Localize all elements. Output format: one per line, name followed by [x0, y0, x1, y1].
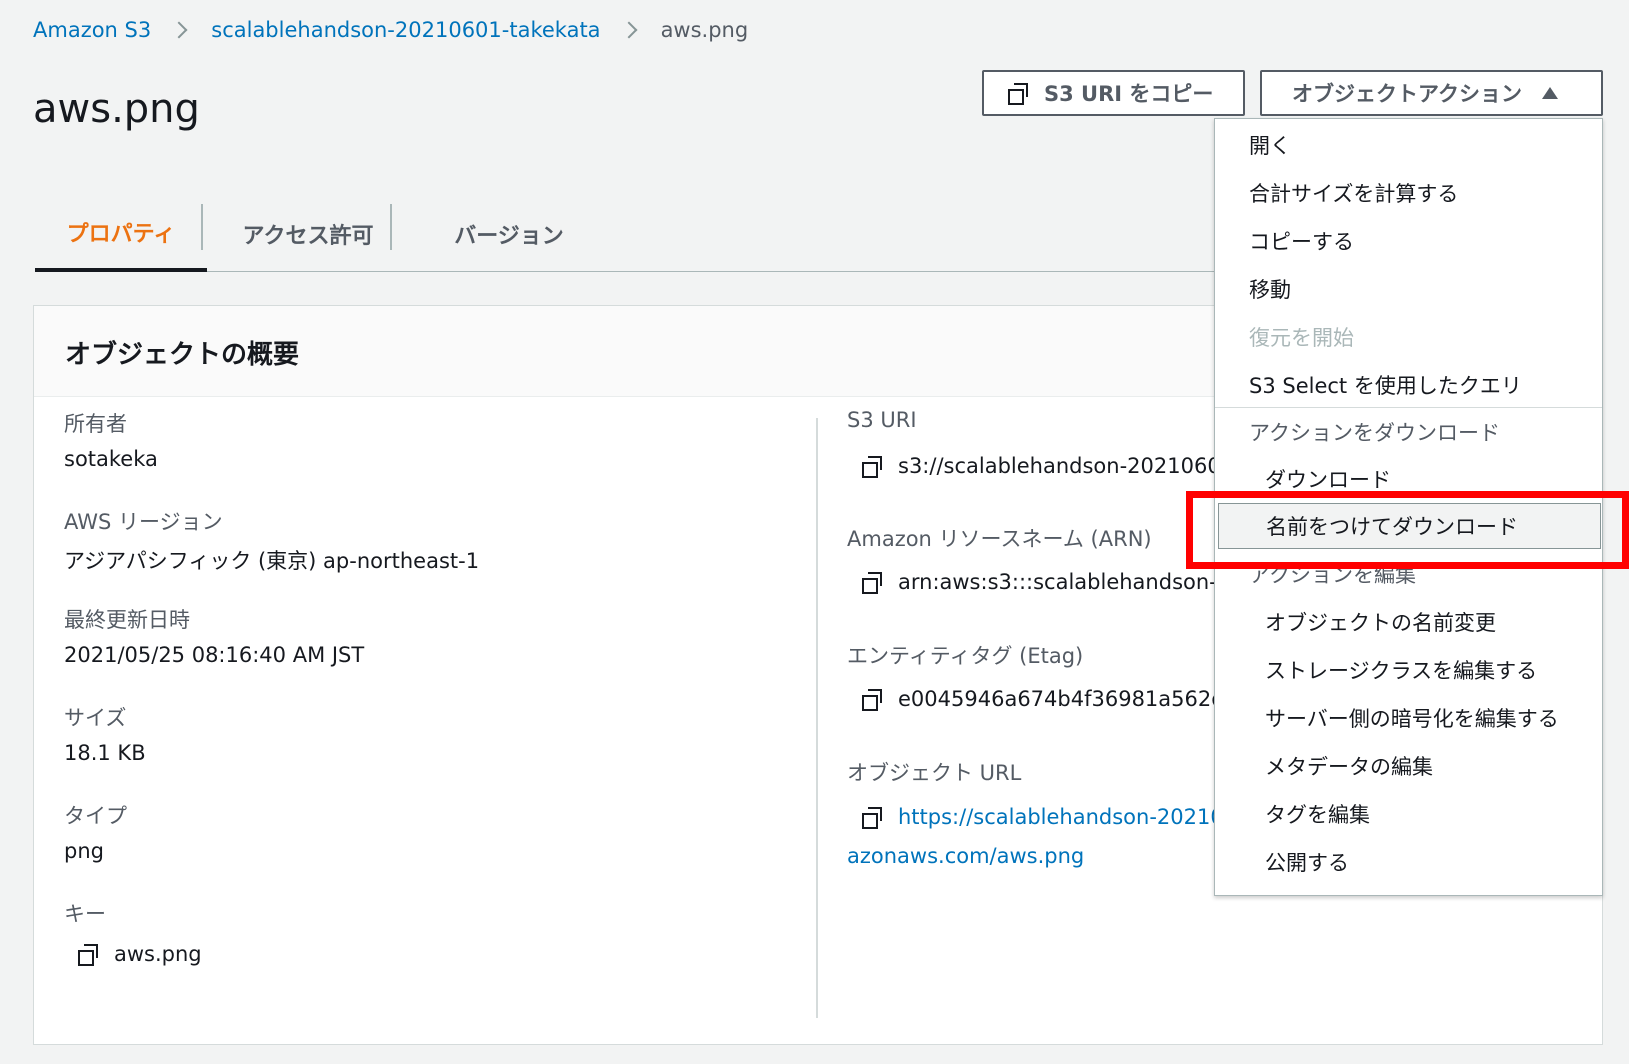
region-label: AWS リージョン — [64, 510, 223, 534]
menu-item-edit-metadata[interactable]: メタデータの編集 — [1215, 743, 1602, 789]
owner-label: 所有者 — [64, 412, 127, 436]
key-label: キー — [64, 902, 106, 926]
copy-icon[interactable] — [862, 572, 882, 594]
menu-item-open[interactable]: 開く — [1215, 122, 1602, 168]
caret-up-icon — [1541, 87, 1558, 99]
breadcrumb-amazon-s3[interactable]: Amazon S3 — [33, 18, 151, 42]
menu-item-edit-encryption[interactable]: サーバー側の暗号化を編集する — [1215, 695, 1602, 741]
menu-item-edit-storage-class[interactable]: ストレージクラスを編集する — [1215, 647, 1602, 693]
arn-text: arn:aws:s3:::scalablehandson-20 — [898, 570, 1244, 594]
menu-item-calc-size[interactable]: 合計サイズを計算する — [1215, 170, 1602, 216]
object-actions-label: オブジェクトアクション — [1292, 82, 1522, 106]
object-url-label: オブジェクト URL — [847, 761, 1022, 785]
object-url-link-continued[interactable]: azonaws.com/aws.png — [847, 844, 1084, 868]
s3-uri-text: s3://scalablehandson-20210601 — [898, 454, 1235, 478]
type-value: png — [64, 839, 104, 863]
object-url-value: https://scalablehandson-20210 — [862, 805, 1224, 829]
s3-uri-value: s3://scalablehandson-20210601 — [862, 454, 1234, 478]
tab-divider — [390, 204, 392, 250]
copy-icon — [1008, 83, 1028, 105]
copy-icon[interactable] — [862, 807, 882, 829]
arn-label: Amazon リソースネーム (ARN) — [847, 527, 1152, 551]
tab-divider — [201, 204, 203, 250]
size-value: 18.1 KB — [64, 741, 146, 765]
tab-permissions[interactable]: アクセス許可 — [209, 196, 407, 272]
s3-object-page: Amazon S3 scalablehandson-20210601-takek… — [0, 0, 1629, 1064]
s3-uri-label: S3 URI — [847, 408, 917, 432]
menu-item-initiate-restore: 復元を開始 — [1249, 326, 1354, 350]
etag-value: e0045946a674b4f36981a562d8 — [862, 687, 1238, 711]
object-url-link[interactable]: https://scalablehandson-20210 — [898, 805, 1224, 829]
breadcrumb-current: aws.png — [660, 18, 749, 42]
copy-icon[interactable] — [862, 689, 882, 711]
size-label: サイズ — [64, 706, 127, 730]
menu-item-move[interactable]: 移動 — [1215, 266, 1602, 312]
menu-item-make-public[interactable]: 公開する — [1215, 839, 1602, 885]
copy-s3-uri-label: S3 URI をコピー — [1044, 82, 1214, 106]
breadcrumb-bucket[interactable]: scalablehandson-20210601-takekata — [211, 18, 600, 42]
breadcrumb: Amazon S3 scalablehandson-20210601-takek… — [33, 18, 748, 42]
chevron-right-icon — [620, 21, 638, 39]
chevron-right-icon — [170, 21, 188, 39]
menu-item-s3-select[interactable]: S3 Select を使用したクエリ — [1215, 362, 1602, 408]
owner-value: sotakeka — [64, 447, 158, 471]
region-value: アジアパシフィック (東京) ap-northeast-1 — [64, 549, 480, 573]
key-text: aws.png — [114, 942, 202, 966]
object-actions-button[interactable]: オブジェクトアクション — [1260, 70, 1603, 116]
panel-title: オブジェクトの概要 — [65, 340, 300, 370]
column-divider — [816, 418, 818, 1018]
tab-properties[interactable]: プロパティ — [35, 196, 207, 272]
copy-icon[interactable] — [862, 456, 882, 478]
copy-icon[interactable] — [78, 944, 98, 966]
arn-value: arn:aws:s3:::scalablehandson-20 — [862, 570, 1243, 594]
tab-versions[interactable]: バージョン — [409, 196, 609, 272]
etag-text: e0045946a674b4f36981a562d8 — [898, 687, 1238, 711]
last-modified-label: 最終更新日時 — [64, 608, 190, 632]
copy-s3-uri-button[interactable]: S3 URI をコピー — [982, 70, 1245, 116]
menu-item-edit-tags[interactable]: タグを編集 — [1215, 791, 1602, 837]
last-modified-value: 2021/05/25 08:16:40 AM JST — [64, 643, 365, 667]
key-value: aws.png — [78, 942, 202, 966]
menu-item-copy[interactable]: コピーする — [1215, 218, 1602, 264]
menu-divider — [1215, 407, 1602, 408]
highlight-annotation — [1186, 491, 1629, 569]
menu-item-rename[interactable]: オブジェクトの名前変更 — [1215, 599, 1602, 645]
menu-group-download: アクションをダウンロード — [1249, 421, 1500, 445]
tab-bar: プロパティ アクセス許可 バージョン — [35, 196, 1217, 272]
page-title: aws.png — [33, 86, 200, 132]
type-label: タイプ — [64, 804, 127, 828]
etag-label: エンティティタグ (Etag) — [847, 644, 1084, 668]
